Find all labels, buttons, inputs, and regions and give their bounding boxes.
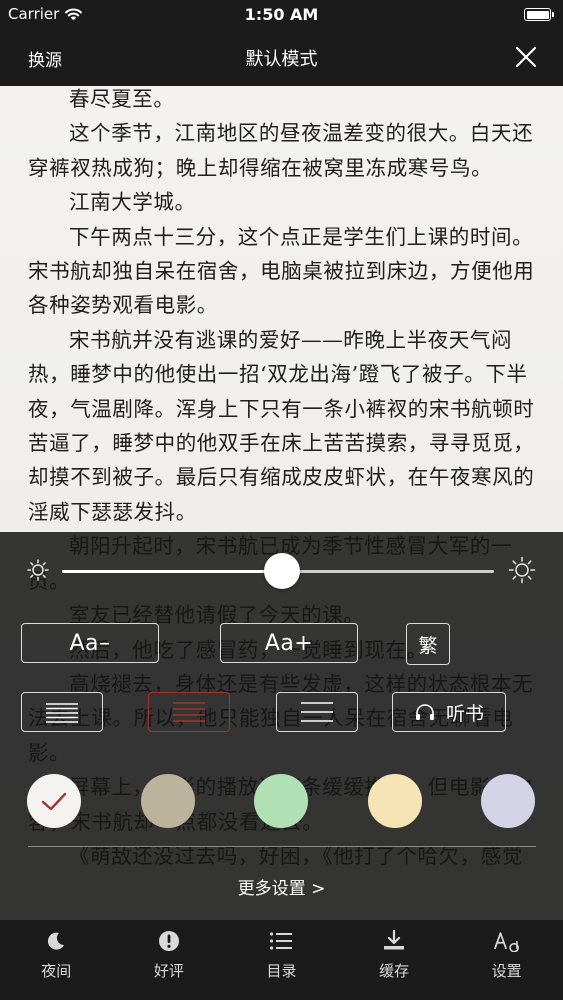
font-increase-button[interactable]: Aa+ bbox=[220, 623, 358, 663]
tab-night-label: 夜间 bbox=[41, 962, 72, 980]
content-paragraph: 江南大学城。 bbox=[69, 190, 196, 215]
line-spacing-compact-button[interactable] bbox=[21, 692, 103, 732]
battery-icon bbox=[524, 8, 554, 21]
theme-cream-swatch[interactable] bbox=[368, 774, 422, 828]
bottom-tab-bar: 夜间 好评 目录 缓存 设置 bbox=[0, 920, 563, 1000]
tab-catalog-label: 目录 bbox=[266, 962, 297, 980]
tab-catalog[interactable]: 目录 bbox=[225, 920, 338, 1000]
content-paragraph: 春尽夏至。 bbox=[69, 87, 175, 111]
status-bar: Carrier 1:50 AM bbox=[0, 0, 563, 30]
content-paragraph: 这个季节，江南地区的昼夜温差变的很大。白天还穿裤衩热成狗；晚上却得缩在被窝里冻成… bbox=[28, 121, 534, 180]
content-paragraph: 下午两点十三分，这个点正是学生们上课的时间。宋书航却独自呆在宿舍，电脑桌被拉到床… bbox=[28, 224, 535, 318]
download-icon bbox=[381, 928, 407, 954]
theme-khaki-swatch[interactable] bbox=[141, 774, 195, 828]
listen-book-button[interactable]: 听书 bbox=[392, 692, 506, 732]
status-time: 1:50 AM bbox=[244, 5, 319, 24]
close-icon[interactable] bbox=[513, 44, 539, 70]
spacing-loose-icon bbox=[301, 702, 333, 722]
exclamation-circle-icon bbox=[156, 928, 182, 954]
spacing-normal-icon bbox=[173, 702, 205, 722]
check-icon bbox=[41, 792, 67, 811]
traditional-chinese-button[interactable]: 繁 bbox=[406, 623, 450, 665]
tab-settings[interactable]: 设置 bbox=[450, 920, 563, 1000]
top-nav: 换源 默认模式 bbox=[0, 30, 563, 86]
line-spacing-normal-button[interactable] bbox=[148, 692, 230, 732]
mode-title: 默认模式 bbox=[245, 49, 318, 70]
more-settings-link[interactable]: 更多设置 > bbox=[0, 874, 563, 899]
line-spacing-loose-button[interactable] bbox=[276, 692, 358, 732]
tab-cache[interactable]: 缓存 bbox=[338, 920, 451, 1000]
theme-lavender-swatch[interactable] bbox=[481, 774, 535, 828]
tab-night-mode[interactable]: 夜间 bbox=[0, 920, 113, 1000]
tab-settings-label: 设置 bbox=[491, 962, 522, 980]
listen-book-label: 听书 bbox=[445, 702, 484, 725]
headphones-icon bbox=[415, 704, 434, 720]
tab-cache-label: 缓存 bbox=[379, 962, 410, 980]
theme-green-swatch[interactable] bbox=[254, 774, 308, 828]
list-icon bbox=[268, 928, 294, 954]
brightness-fill bbox=[62, 570, 283, 573]
tab-rate-label: 好评 bbox=[153, 962, 184, 980]
font-aa-icon bbox=[493, 928, 520, 954]
moon-icon bbox=[43, 928, 69, 954]
brightness-high-icon bbox=[508, 556, 536, 584]
font-decrease-button[interactable]: Aa– bbox=[21, 623, 159, 663]
brightness-low-icon bbox=[27, 559, 49, 581]
settings-divider bbox=[28, 846, 536, 847]
spacing-compact-icon bbox=[46, 703, 78, 723]
tab-rate[interactable]: 好评 bbox=[113, 920, 226, 1000]
theme-white-swatch[interactable] bbox=[27, 774, 81, 828]
content-paragraph: 宋书航并没有逃课的爱好——昨晚上半夜天气闷热，睡梦中的他使出一招‘双龙出海’蹬飞… bbox=[28, 327, 535, 524]
